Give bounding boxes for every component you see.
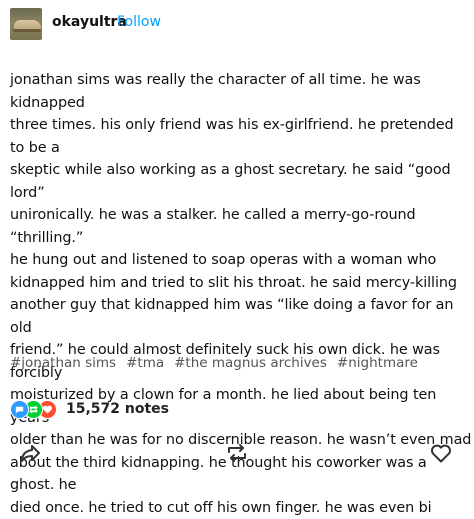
reply-icon: [10, 400, 29, 419]
follow-button[interactable]: Follow: [117, 14, 161, 30]
tag-nightmare[interactable]: #nightmare: [337, 355, 418, 371]
tag-the-magnus-archives[interactable]: #the magnus archives: [174, 355, 327, 371]
tag-tma[interactable]: #tma: [126, 355, 164, 371]
note-type-icons: [10, 400, 60, 419]
post-header: okayultra Follow: [0, 0, 474, 46]
reblog-icon[interactable]: [225, 441, 249, 465]
shoe-sole: [13, 29, 41, 32]
share-icon[interactable]: [19, 441, 43, 465]
tag-list: #jonathan sims #tma #the magnus archives…: [10, 355, 472, 371]
post-actions: [0, 437, 474, 469]
tag-jonathan-sims[interactable]: #jonathan sims: [10, 355, 116, 371]
avatar[interactable]: [10, 8, 42, 40]
notes-row[interactable]: 15,572 notes: [10, 399, 169, 419]
like-icon[interactable]: [429, 441, 453, 465]
username[interactable]: okayultra: [52, 14, 127, 30]
notes-count[interactable]: 15,572 notes: [66, 401, 169, 417]
